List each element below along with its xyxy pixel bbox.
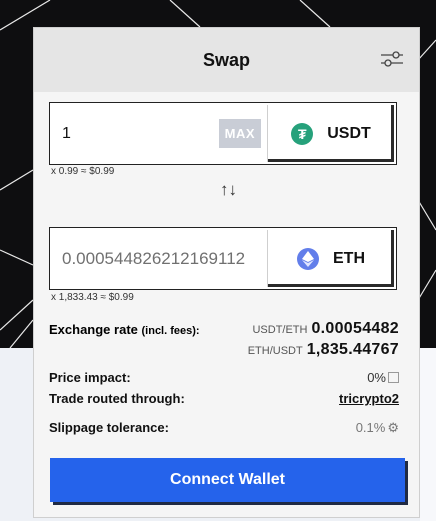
from-token-box: 1 MAX ₮ USDT [49,102,397,165]
background-light [420,348,436,521]
max-button[interactable]: MAX [218,119,261,148]
slippage-row: Slippage tolerance: 0.1% ⚙ [49,420,399,435]
exchange-rate-label: Exchange rate (incl. fees): [49,320,209,341]
price-impact-label: Price impact: [49,370,131,385]
sliders-icon[interactable] [379,46,405,72]
slippage-value: 0.1% [355,420,386,435]
rate2-value: 1,835.44767 [306,341,399,358]
info-icon[interactable] [388,372,399,383]
to-token-select[interactable]: ETH [267,230,394,287]
from-token-select[interactable]: ₮ USDT [267,105,394,162]
exchange-rate-row: Exchange rate (incl. fees): USDT/ETH 0.00… [49,320,399,362]
rate1-value: 0.00054482 [311,320,399,337]
swap-direction-icon[interactable]: ↑↓ [220,180,237,200]
price-impact-value: 0% [367,370,386,385]
rate2-pair: ETH/USDT [247,345,303,357]
swap-card: Swap 1 MAX ₮ USDT x 0.99 ≈ $0.99 ↑↓ 0.00… [33,27,420,518]
to-amount-input[interactable]: 0.000544826212169112 [50,228,267,289]
page-title: Swap [202,49,250,70]
swap-header: Swap [34,28,419,92]
tether-icon: ₮ [291,122,314,145]
rate-usdt-eth: USDT/ETH 0.00054482 [252,320,399,338]
route-link[interactable]: tricrypto2 [339,391,399,406]
exchange-rate-label-text: Exchange rate [49,322,138,337]
to-usd-estimate: x 1,833.43 ≈ $0.99 [51,292,134,303]
exchange-rate-label-suffix: (incl. fees): [141,325,200,337]
slippage-value-wrap[interactable]: 0.1% ⚙ [356,420,399,436]
from-token-symbol: USDT [327,124,371,142]
route-row: Trade routed through: tricrypto2 [49,391,399,406]
to-token-box: 0.000544826212169112 ETH [49,227,397,290]
route-label: Trade routed through: [49,391,185,406]
rate-eth-usdt: ETH/USDT 1,835.44767 [248,341,399,359]
price-impact-row: Price impact: 0% [49,370,399,385]
to-token-symbol: ETH [333,249,365,267]
price-impact-value-wrap: 0% [367,370,399,385]
rate1-pair: USDT/ETH [252,324,308,336]
from-usd-estimate: x 0.99 ≈ $0.99 [51,166,115,177]
slippage-label: Slippage tolerance: [49,420,169,435]
gear-icon[interactable]: ⚙ [387,420,399,435]
from-amount-input[interactable]: 1 [50,103,219,164]
connect-wallet-button[interactable]: Connect Wallet [50,458,405,502]
ethereum-icon [297,247,319,270]
